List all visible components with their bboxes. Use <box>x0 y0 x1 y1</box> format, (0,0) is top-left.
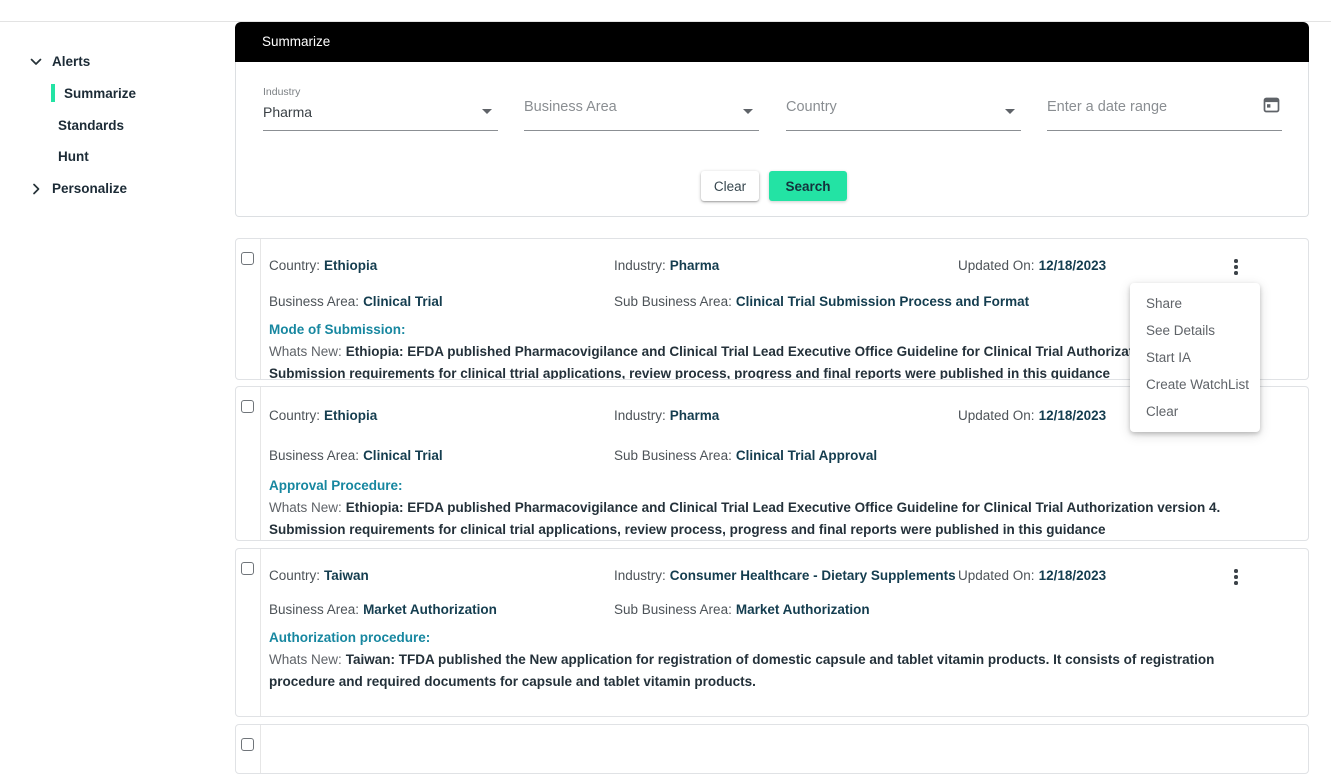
industry-label: Industry: <box>614 408 666 423</box>
alert-card: Country: Taiwan Industry: Consumer Healthc… <box>235 548 1309 717</box>
whats-new-label: Whats New: <box>269 344 342 359</box>
updated-on-label: Updated On: <box>958 568 1035 583</box>
dropdown-arrow-icon <box>1005 109 1015 114</box>
date-range-placeholder: Enter a date range <box>1047 99 1168 115</box>
whats-new-text: procedure and required documents for cap… <box>269 674 756 689</box>
search-button[interactable]: Search <box>769 171 847 201</box>
updated-on-label: Updated On: <box>958 258 1035 273</box>
menu-item-share[interactable]: Share <box>1130 290 1260 317</box>
menu-item-see-details[interactable]: See Details <box>1130 317 1260 344</box>
row-checkbox[interactable] <box>241 562 254 575</box>
sub-business-area-value: Clinical Trial Submission Process and Fo… <box>735 294 1030 309</box>
industry-label: Industry: <box>614 258 666 273</box>
sidebar-item-standards[interactable]: Standards <box>58 118 124 133</box>
whats-new-label: Whats New: <box>269 652 342 667</box>
sidebar-item-hunt[interactable]: Hunt <box>58 149 89 164</box>
checkbox-cell <box>236 239 261 379</box>
sidebar-item-label: Standards <box>58 118 125 133</box>
chevron-right-icon <box>29 182 43 196</box>
row-checkbox[interactable] <box>241 400 254 413</box>
country-select[interactable]: Country <box>786 85 1021 131</box>
sidebar-item-label: Summarize <box>64 85 137 101</box>
sidebar-group-personalize[interactable]: Personalize <box>29 181 127 196</box>
filter-panel: Industry Pharma Business Area Country En… <box>235 62 1309 217</box>
country-value: Ethiopia <box>324 258 378 273</box>
sub-business-area-label: Sub Business Area: <box>614 602 732 617</box>
panel-title: Summarize <box>262 34 331 49</box>
country-value: Ethiopia <box>324 408 378 423</box>
section-title: Authorization procedure: <box>269 630 431 645</box>
business-area-value: Clinical Trial <box>363 448 443 463</box>
business-area-value: Market Authorization <box>363 602 497 617</box>
dropdown-arrow-icon <box>482 109 492 114</box>
chevron-down-icon <box>29 55 43 69</box>
industry-value: Consumer Healthcare - Dietary Supplement… <box>669 568 956 583</box>
country-label: Country: <box>269 408 321 423</box>
more-options-icon[interactable] <box>1228 258 1244 276</box>
industry-select-value: Pharma <box>263 104 313 120</box>
row-checkbox[interactable] <box>241 252 254 265</box>
sub-business-area-value: Clinical Trial Approval <box>735 448 878 463</box>
row-checkbox[interactable] <box>241 738 254 751</box>
industry-select-label: Industry <box>263 86 301 98</box>
whats-new-text: Ethiopia: EFDA published Pharmacovigilan… <box>345 500 1221 515</box>
industry-select[interactable]: Industry Pharma <box>263 85 498 131</box>
more-options-icon[interactable] <box>1228 568 1244 586</box>
sub-business-area-label: Sub Business Area: <box>614 448 732 463</box>
industry-label: Industry: <box>614 568 666 583</box>
updated-on-value: 12/18/2023 <box>1038 568 1107 583</box>
industry-value: Pharma <box>669 408 720 423</box>
business-area-placeholder: Business Area <box>524 99 617 115</box>
business-area-label: Business Area: <box>269 448 360 463</box>
menu-item-create-watchlist[interactable]: Create WatchList <box>1130 371 1260 398</box>
sub-business-area-label: Sub Business Area: <box>614 294 732 309</box>
whats-new-text: Taiwan: TFDA published the New applicati… <box>345 652 1215 667</box>
checkbox-cell <box>236 549 261 716</box>
sidebar-group-alerts[interactable]: Alerts <box>29 54 90 69</box>
clear-button[interactable]: Clear <box>701 171 759 201</box>
sidebar-group-label: Personalize <box>52 181 128 196</box>
updated-on-value: 12/18/2023 <box>1038 258 1107 273</box>
sidebar: Alerts Summarize Standards Hunt Personal… <box>0 22 235 741</box>
whats-new-label: Whats New: <box>269 500 342 515</box>
panel-header: Summarize <box>235 22 1309 62</box>
whats-new-text: Submission requirements for clinical tri… <box>269 522 1106 537</box>
alert-card-body <box>261 725 1308 773</box>
alert-card-body: Country: Taiwan Industry: Consumer Healthc… <box>261 549 1308 716</box>
business-area-select[interactable]: Business Area <box>524 85 759 131</box>
country-value: Taiwan <box>324 568 369 583</box>
menu-item-clear[interactable]: Clear <box>1130 398 1260 425</box>
business-area-label: Business Area: <box>269 294 360 309</box>
dropdown-arrow-icon <box>743 109 753 114</box>
updated-on-value: 12/18/2023 <box>1038 408 1107 423</box>
calendar-icon[interactable] <box>1263 96 1280 113</box>
country-label: Country: <box>269 258 321 273</box>
selected-indicator <box>51 84 55 102</box>
date-range-input[interactable]: Enter a date range <box>1047 85 1282 131</box>
country-label: Country: <box>269 568 321 583</box>
checkbox-cell <box>236 387 261 540</box>
country-placeholder: Country <box>786 99 837 115</box>
menu-item-start-ia[interactable]: Start IA <box>1130 344 1260 371</box>
business-area-value: Clinical Trial <box>363 294 443 309</box>
sidebar-item-summarize[interactable]: Summarize <box>51 84 136 102</box>
industry-value: Pharma <box>669 258 720 273</box>
card-context-menu: Share See Details Start IA Create WatchL… <box>1130 283 1260 432</box>
section-title: Approval Procedure: <box>269 478 403 493</box>
sidebar-item-label: Hunt <box>58 149 89 164</box>
checkbox-cell <box>236 725 261 773</box>
whats-new-text: Ethiopia: EFDA published Pharmacovigilan… <box>345 344 1221 359</box>
sub-business-area-value: Market Authorization <box>735 602 870 617</box>
business-area-label: Business Area: <box>269 602 360 617</box>
alert-card <box>235 724 1309 774</box>
updated-on-label: Updated On: <box>958 408 1035 423</box>
sidebar-group-label: Alerts <box>52 54 91 69</box>
